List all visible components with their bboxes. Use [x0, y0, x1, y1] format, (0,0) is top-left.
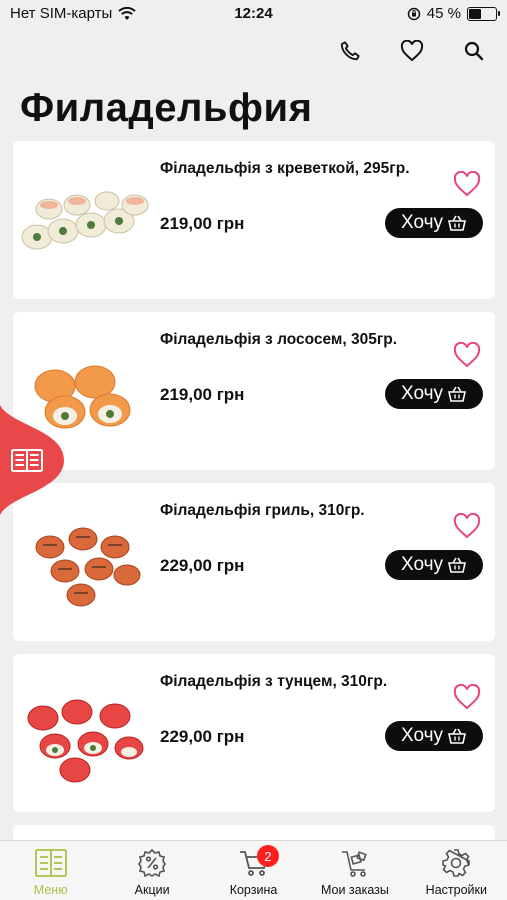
want-button[interactable]: Хочу — [385, 721, 483, 751]
product-price: 219,00 грн — [160, 385, 245, 404]
basket-icon — [448, 215, 466, 231]
phone-icon[interactable] — [337, 38, 363, 64]
tab-settings[interactable]: Настройки — [406, 841, 507, 900]
tab-orders[interactable]: Мои заказы — [304, 841, 405, 900]
product-name: Філадельфія з тунцем, 310гр. — [160, 673, 388, 690]
tab-cart[interactable]: 2 Корзина — [203, 841, 304, 900]
want-button-label: Хочу — [400, 725, 443, 746]
product-image — [21, 191, 149, 250]
basket-icon — [448, 386, 466, 402]
product-image — [35, 527, 141, 607]
status-right: 45 % — [407, 5, 500, 22]
orders-cart-icon — [338, 846, 372, 880]
menu-book-icon — [34, 846, 68, 880]
product-card[interactable]: Філадельфія з креветкой, 295гр. 219,00 г… — [13, 141, 495, 299]
favorite-heart-icon[interactable] — [453, 513, 481, 539]
want-button-label: Хочу — [400, 554, 443, 575]
search-icon[interactable] — [461, 38, 487, 64]
favorite-heart-icon[interactable] — [453, 342, 481, 368]
product-price: 229,00 грн — [160, 727, 245, 746]
basket-icon — [448, 557, 466, 573]
tab-menu[interactable]: Меню — [0, 841, 101, 900]
favorite-heart-icon[interactable] — [453, 684, 481, 710]
product-name: Філадельфія гриль, 310гр. — [160, 502, 365, 519]
product-card[interactable]: Філадельфія з лососем, 305гр. 219,00 грн… — [13, 312, 495, 470]
product-name: Філадельфія з лососем, 305гр. — [160, 331, 398, 348]
cart-badge: 2 — [256, 845, 279, 867]
favorite-heart-icon[interactable] — [453, 171, 481, 197]
product-price: 229,00 грн — [160, 556, 245, 575]
top-actions — [337, 38, 487, 64]
tab-bar: Меню Акции 2 Корзина Мои заказы Настройк… — [0, 840, 507, 900]
product-card[interactable]: Філадельфія гриль, 310гр. 229,00 грн Хоч… — [13, 483, 495, 641]
battery-percent: 45 % — [426, 5, 461, 22]
tab-menu-label: Меню — [33, 883, 68, 897]
product-image — [27, 699, 144, 783]
tab-promotions-label: Акции — [134, 883, 170, 897]
want-button[interactable]: Хочу — [385, 208, 483, 238]
battery-fill — [469, 8, 481, 19]
want-button[interactable]: Хочу — [385, 379, 483, 409]
status-bar: Нет SIM-карты 12:24 45 % — [0, 0, 507, 28]
want-button-label: Хочу — [400, 212, 443, 233]
page-title: Филадельфия — [20, 86, 313, 130]
want-button[interactable]: Хочу — [385, 550, 483, 580]
product-price: 219,00 грн — [160, 214, 245, 233]
product-list: Філадельфія з креветкой, 295гр. 219,00 г… — [13, 141, 495, 858]
discount-gear-icon — [135, 846, 169, 880]
want-button-label: Хочу — [400, 383, 443, 404]
battery-icon — [467, 6, 500, 21]
tab-settings-label: Настройки — [425, 883, 487, 897]
side-menu-tab[interactable] — [0, 405, 64, 515]
product-card[interactable]: Філадельфія з тунцем, 310гр. 229,00 грн … — [13, 654, 495, 812]
settings-gear-icon — [439, 846, 473, 880]
tab-cart-label: Корзина — [229, 883, 278, 897]
favorites-heart-icon[interactable] — [399, 38, 425, 64]
tab-orders-label: Мои заказы — [320, 883, 389, 897]
basket-icon — [448, 728, 466, 744]
product-name: Філадельфія з креветкой, 295гр. — [160, 160, 410, 177]
tab-promotions[interactable]: Акции — [101, 841, 202, 900]
orientation-lock-icon — [407, 7, 421, 20]
